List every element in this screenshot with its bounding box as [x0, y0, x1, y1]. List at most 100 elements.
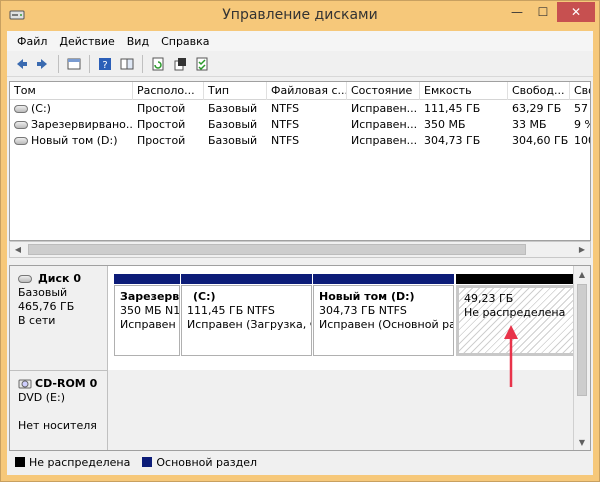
graphical-view-vertical-scrollbar[interactable]: ▲ ▼ [573, 266, 590, 450]
volume-list-horizontal-scrollbar[interactable]: ◀ ▶ [9, 241, 591, 258]
help-icon[interactable]: ? [95, 54, 115, 74]
drive-icon [14, 105, 28, 113]
column-header-free-space[interactable]: Свобод... [508, 82, 570, 100]
legend-swatch [15, 457, 25, 467]
minimize-button[interactable]: — [504, 2, 530, 22]
status-cell: Исправен... [351, 118, 418, 131]
column-header-filesystem[interactable]: Файловая с... [267, 82, 347, 100]
cdrom-drive: DVD (E:) [18, 391, 66, 404]
type-cell: Базовый [208, 118, 258, 131]
partition-bar [114, 274, 180, 284]
disk-status: В сети [18, 314, 56, 327]
partition-status: Исправен [120, 318, 176, 331]
checklist-icon[interactable] [192, 54, 212, 74]
partition-size: 350 МБ N1 [120, 304, 180, 317]
table-row[interactable]: Зарезервирвано... Простой Базовый NTFS И… [10, 117, 590, 133]
hard-disk-icon [18, 275, 32, 283]
column-header-type[interactable]: Тип [204, 82, 267, 100]
cdrom-0-label[interactable]: CD-ROM 0 DVD (E:) Нет носителя [10, 370, 108, 450]
layout-cell: Простой [137, 118, 186, 131]
column-header-status[interactable]: Состояние [347, 82, 420, 100]
annotation-arrow-icon [504, 325, 518, 387]
disk-0-label[interactable]: Диск 0 Базовый 465,76 ГБ В сети [10, 266, 108, 370]
partition-size: 304,73 ГБ NTFS [319, 304, 407, 317]
column-header-volume[interactable]: Том [10, 82, 133, 100]
forward-arrow-icon[interactable] [33, 54, 53, 74]
cdrom-name: CD-ROM 0 [35, 377, 98, 390]
drive-icon [14, 137, 28, 145]
volume-name: (C:) [31, 102, 51, 115]
back-arrow-icon[interactable] [11, 54, 31, 74]
free-space-cell: 63,29 ГБ [512, 102, 562, 115]
legend-item-primary: Основной раздел [142, 456, 257, 469]
volume-name: Новый том (D:) [31, 134, 118, 147]
partition-reserved[interactable]: Зарезерв 350 МБ N1 Исправен [114, 274, 180, 356]
cdrom-media: Нет носителя [18, 419, 97, 432]
help-pane-icon[interactable] [117, 54, 137, 74]
settings-icon[interactable] [170, 54, 190, 74]
partition-name: Зарезерв [120, 290, 180, 303]
client-area: Файл Действие Вид Справка ? Том Располо.… [7, 31, 593, 475]
cdrom-icon [18, 379, 32, 389]
filesystem-cell: NTFS [271, 102, 300, 115]
partition-c[interactable]: (C:) 111,45 ГБ NTFS Исправен (Загрузка, … [181, 274, 312, 356]
free-percent-cell: 9 % [574, 118, 590, 131]
column-header-layout[interactable]: Располо... [133, 82, 204, 100]
layout-cell: Простой [137, 102, 186, 115]
status-cell: Исправен... [351, 102, 418, 115]
partition-status: Не распределена [464, 306, 566, 319]
capacity-cell: 304,73 ГБ [424, 134, 481, 147]
menu-action[interactable]: Действие [53, 35, 120, 48]
close-button[interactable]: ✕ [557, 2, 595, 22]
legend-swatch [142, 457, 153, 467]
scroll-up-icon[interactable]: ▲ [574, 266, 590, 282]
table-row[interactable]: Новый том (D:) Простой Базовый NTFS Испр… [10, 133, 590, 149]
drive-icon [14, 121, 28, 129]
layout-cell: Простой [137, 134, 186, 147]
partition-size: 49,23 ГБ [464, 292, 514, 305]
partition-status: Исправен (Загрузка, Ф [187, 318, 312, 331]
refresh-icon[interactable] [148, 54, 168, 74]
capacity-cell: 350 МБ [424, 118, 466, 131]
filesystem-cell: NTFS [271, 118, 300, 131]
volume-list[interactable]: Том Располо... Тип Файловая с... Состоян… [9, 81, 591, 241]
partition-size: 111,45 ГБ NTFS [187, 304, 275, 317]
menu-view[interactable]: Вид [121, 35, 155, 48]
type-cell: Базовый [208, 134, 258, 147]
free-space-cell: 33 МБ [512, 118, 547, 131]
scrollbar-thumb[interactable] [28, 244, 526, 255]
scroll-right-icon[interactable]: ▶ [574, 242, 590, 257]
capacity-cell: 111,45 ГБ [424, 102, 481, 115]
toolbar-separator [142, 54, 143, 73]
legend: Не распределена Основной раздел [9, 453, 591, 471]
partition-name: (C:) [193, 290, 216, 303]
disk-size: 465,76 ГБ [18, 300, 75, 313]
menu-file[interactable]: Файл [11, 35, 53, 48]
title-bar[interactable]: Управление дисками — ☐ ✕ [1, 1, 599, 31]
legend-label: Основной раздел [156, 455, 258, 469]
scrollbar-thumb[interactable] [577, 284, 587, 396]
partition-bar [456, 274, 576, 284]
toolbar-separator [58, 54, 59, 73]
volume-name: Зарезервирвано... [31, 118, 133, 131]
properties-list-icon[interactable] [64, 54, 84, 74]
table-row[interactable]: (C:) Простой Базовый NTFS Исправен... 11… [10, 101, 590, 117]
disk-management-window: Управление дисками — ☐ ✕ Файл Действие В… [0, 0, 600, 482]
partition-status: Исправен (Основной раз [319, 318, 454, 331]
scroll-left-icon[interactable]: ◀ [10, 242, 26, 257]
partition-bar [181, 274, 312, 284]
toolbar-separator [89, 54, 90, 73]
free-percent-cell: 57 [574, 102, 588, 115]
type-cell: Базовый [208, 102, 258, 115]
scroll-down-icon[interactable]: ▼ [574, 434, 590, 450]
free-space-cell: 304,60 ГБ [512, 134, 569, 147]
menu-help[interactable]: Справка [155, 35, 215, 48]
column-header-capacity[interactable]: Емкость [420, 82, 508, 100]
menu-bar: Файл Действие Вид Справка [7, 31, 593, 51]
status-cell: Исправен... [351, 134, 418, 147]
partition-d[interactable]: Новый том (D:) 304,73 ГБ NTFS Исправен (… [313, 274, 454, 356]
filesystem-cell: NTFS [271, 134, 300, 147]
maximize-button[interactable]: ☐ [530, 2, 556, 22]
partition-name: Новый том (D:) [319, 290, 415, 303]
column-header-free-percent[interactable]: Сво [570, 82, 590, 100]
